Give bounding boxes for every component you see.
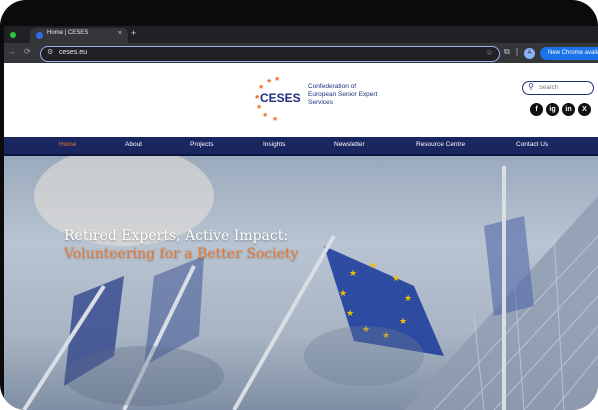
search-input[interactable]	[539, 83, 589, 92]
browser-toolbar: → ⟳ ⚙ ceses.eu ☆ ⧉ | A New Chrome availa…	[4, 43, 598, 63]
nav-home[interactable]: Home	[59, 141, 76, 148]
extensions-icon[interactable]: ⧉	[504, 47, 510, 57]
x-twitter-icon[interactable]: X	[578, 103, 591, 116]
main-nav: Home About Projects Insights Newsletter …	[4, 137, 598, 156]
svg-text:★: ★	[404, 294, 412, 304]
site-header: ★ ★ ★ ★ ★ ★ ★ CESES Confederation of Europea…	[4, 63, 598, 137]
hero-background-image: ★★★ ★★★ ★★★	[22, 156, 598, 410]
bookmark-star-icon[interactable]: ☆	[486, 48, 493, 57]
window-control-green[interactable]	[10, 32, 16, 38]
search-icon: ⚲	[528, 82, 534, 91]
webpage: ★ ★ ★ ★ ★ ★ ★ CESES Confederation of Europea…	[4, 63, 598, 410]
site-info-icon[interactable]: ⚙	[47, 48, 53, 56]
svg-text:★: ★	[272, 115, 278, 123]
toolbar-divider: |	[516, 47, 519, 56]
instagram-icon[interactable]: ig	[546, 103, 559, 116]
logo-tagline: Confederation of European Senior Expert …	[308, 83, 378, 106]
linkedin-icon[interactable]: in	[562, 103, 575, 116]
ceses-logo[interactable]: ★ ★ ★ ★ ★ ★ ★ CESES Confederation of Europea…	[252, 75, 377, 127]
browser-tab[interactable]: Home | CESES ×	[30, 28, 128, 43]
forward-icon[interactable]: →	[8, 47, 16, 56]
svg-text:★: ★	[399, 317, 407, 327]
browser-window: Home | CESES × + → ⟳ ⚙ ceses.eu ☆ ⧉ | A …	[4, 26, 598, 410]
nav-insights[interactable]: Insights	[263, 141, 285, 148]
url-text: ceses.eu	[59, 49, 88, 56]
hero-headline: Retired Experts, Active Impact:	[64, 228, 289, 244]
tab-strip: Home | CESES × +	[4, 26, 598, 43]
profile-avatar[interactable]: A	[524, 48, 535, 59]
search-box[interactable]: ⚲	[522, 81, 594, 95]
address-bar[interactable]: ⚙ ceses.eu ☆	[40, 46, 500, 62]
svg-text:★: ★	[339, 289, 347, 299]
update-chrome-button[interactable]: New Chrome available	[540, 47, 598, 60]
reload-icon[interactable]: ⟳	[24, 47, 31, 56]
facebook-icon[interactable]: f	[530, 103, 543, 116]
logo-wordmark: CESES	[260, 91, 301, 105]
svg-text:★: ★	[262, 111, 268, 119]
nav-newsletter[interactable]: Newsletter	[334, 141, 365, 148]
nav-projects[interactable]: Projects	[190, 141, 213, 148]
hero-subheadline: Volunteering for a Better Society	[64, 246, 299, 262]
nav-resource-centre[interactable]: Resource Centre	[416, 141, 465, 148]
close-tab-icon[interactable]: ×	[118, 30, 122, 37]
new-tab-button[interactable]: +	[131, 28, 136, 38]
svg-text:★: ★	[369, 261, 377, 271]
svg-text:★: ★	[258, 83, 264, 91]
nav-about[interactable]: About	[125, 141, 142, 148]
svg-text:★: ★	[274, 75, 280, 83]
tab-title: Home | CESES	[47, 30, 89, 36]
svg-text:★: ★	[346, 309, 354, 319]
svg-text:★: ★	[392, 274, 400, 284]
svg-text:★: ★	[349, 269, 357, 279]
svg-text:★: ★	[266, 77, 272, 85]
nav-contact-us[interactable]: Contact Us	[516, 141, 548, 148]
hero-banner: ★ ★ ★ ★ ★ ★ ★ ★ ★ Retired Experts, Active Impa…	[4, 156, 598, 410]
device-frame: Home | CESES × + → ⟳ ⚙ ceses.eu ☆ ⧉ | A …	[0, 0, 598, 410]
favicon-icon	[36, 32, 43, 39]
